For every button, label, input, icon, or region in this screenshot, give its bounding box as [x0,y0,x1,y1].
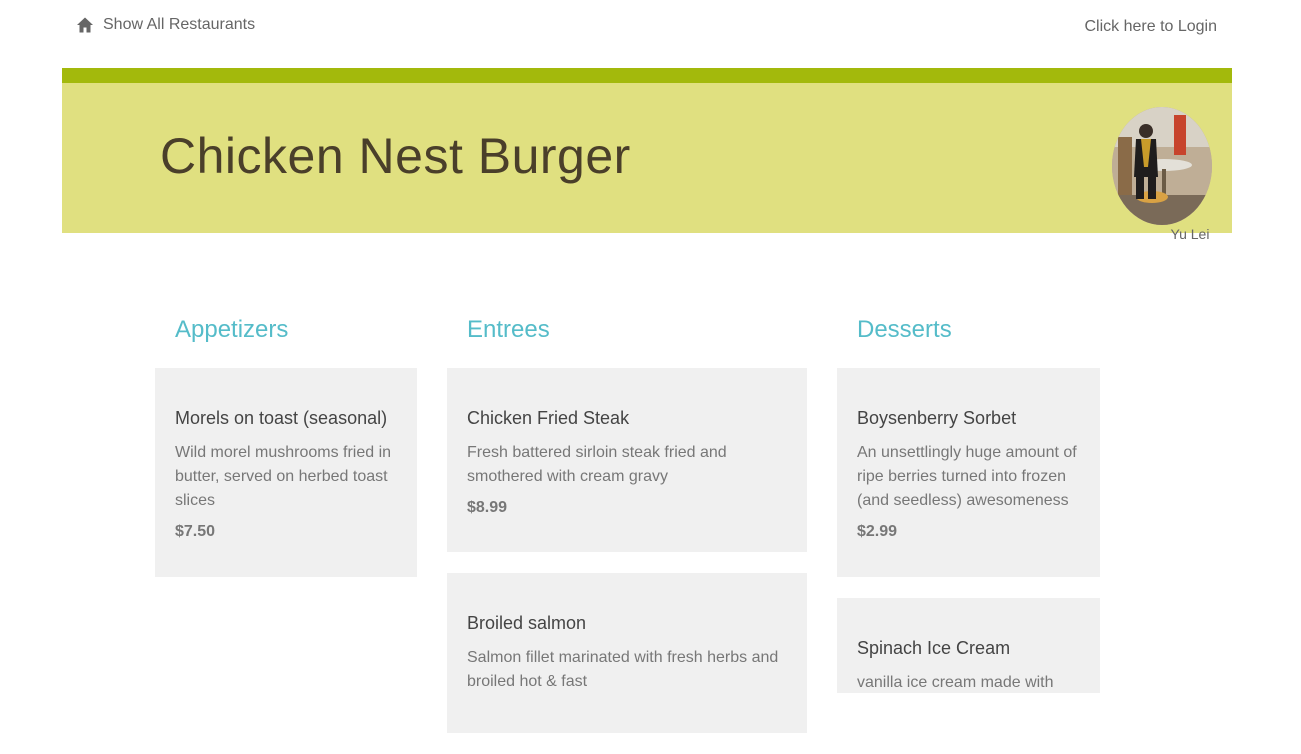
menu-item-card: Spinach Ice Cream vanilla ice cream made… [837,598,1100,693]
login-link[interactable]: Click here to Login [1084,18,1217,36]
show-all-restaurants-label: Show All Restaurants [103,16,256,33]
menu-item-card: Morels on toast (seasonal) Wild morel mu… [155,368,417,577]
menu-item-description: Fresh battered sirloin steak fried and s… [467,444,727,485]
menu-column-entrees: Entrees Chicken Fried Steak Fresh batter… [447,316,807,754]
menu-item-name: Spinach Ice Cream [857,638,1011,658]
menu-item-price: $7.50 [175,523,216,540]
menu-item-description: Wild morel mushrooms fried in butter, se… [175,444,392,509]
section-heading-desserts: Desserts [857,316,952,343]
owner-name: Yu Lei [1170,226,1210,242]
menu-item-description: Salmon fillet marinated with fresh herbs… [467,649,779,690]
menu-item-card: Broiled salmon Salmon fillet marinated w… [447,573,807,733]
menu-item-price: $8.99 [467,499,508,516]
section-heading-appetizers: Appetizers [175,316,289,343]
menu-item-name: Boysenberry Sorbet [857,408,1017,428]
top-nav: Show All Restaurants Click here to Login [0,0,1301,60]
menu-column-desserts: Desserts Boysenberry Sorbet An unsettlin… [837,316,1100,714]
menu-column-appetizers: Appetizers Morels on toast (seasonal) Wi… [155,316,417,598]
section-heading-entrees: Entrees [467,316,550,343]
home-icon [76,16,94,34]
menu-item-name: Chicken Fried Steak [467,408,630,428]
menu-item-name: Broiled salmon [467,613,587,633]
menu-item-card: Chicken Fried Steak Fresh battered sirlo… [447,368,807,552]
menu-item-name: Morels on toast (seasonal) [175,408,388,428]
restaurant-title: Chicken Nest Burger [160,128,631,184]
menu-item-card: Boysenberry Sorbet An unsettlingly huge … [837,368,1100,577]
menu-item-description: vanilla ice cream made with [857,674,1054,691]
owner-avatar [1112,107,1212,225]
restaurant-banner: Chicken Nest Burger [62,68,1232,233]
menu-item-description: An unsettlingly huge amount of ripe berr… [857,444,1077,509]
menu-item-price: $2.99 [857,523,898,540]
show-all-restaurants-link[interactable]: Show All Restaurants [76,16,255,34]
